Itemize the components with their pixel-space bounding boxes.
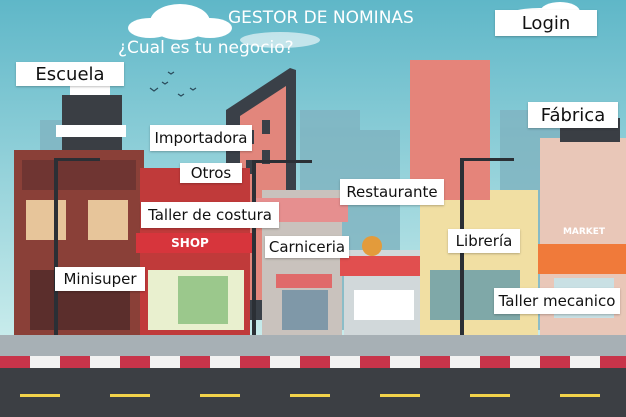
page-subtitle: ¿Cual es tu negocio? bbox=[118, 38, 294, 58]
business-button-fabrica[interactable]: Fábrica bbox=[528, 102, 618, 128]
shop-building bbox=[136, 168, 256, 340]
market-sign: MARKET bbox=[563, 227, 606, 237]
business-button-escuela[interactable]: Escuela bbox=[16, 62, 124, 86]
restaurant-building bbox=[340, 236, 424, 340]
business-button-taller-costura[interactable]: Taller de costura bbox=[141, 202, 279, 228]
brick-shop bbox=[14, 150, 144, 340]
shop-sign: SHOP bbox=[171, 236, 209, 250]
app-title: GESTOR DE NOMINAS bbox=[228, 8, 414, 28]
curb bbox=[0, 356, 626, 368]
business-button-taller-mecanico[interactable]: Taller mecanico bbox=[494, 288, 620, 314]
business-button-importadora[interactable]: Importadora bbox=[150, 125, 252, 151]
business-button-otros[interactable]: Otros bbox=[180, 163, 242, 183]
road bbox=[0, 368, 626, 417]
sidewalk bbox=[0, 335, 626, 359]
business-button-carniceria[interactable]: Carniceria bbox=[265, 236, 349, 258]
business-button-minisuper[interactable]: Minisuper bbox=[55, 267, 145, 291]
business-button-libreria[interactable]: Librería bbox=[448, 229, 520, 253]
login-button[interactable]: Login bbox=[495, 10, 597, 36]
business-button-restaurante[interactable]: Restaurante bbox=[340, 179, 444, 205]
